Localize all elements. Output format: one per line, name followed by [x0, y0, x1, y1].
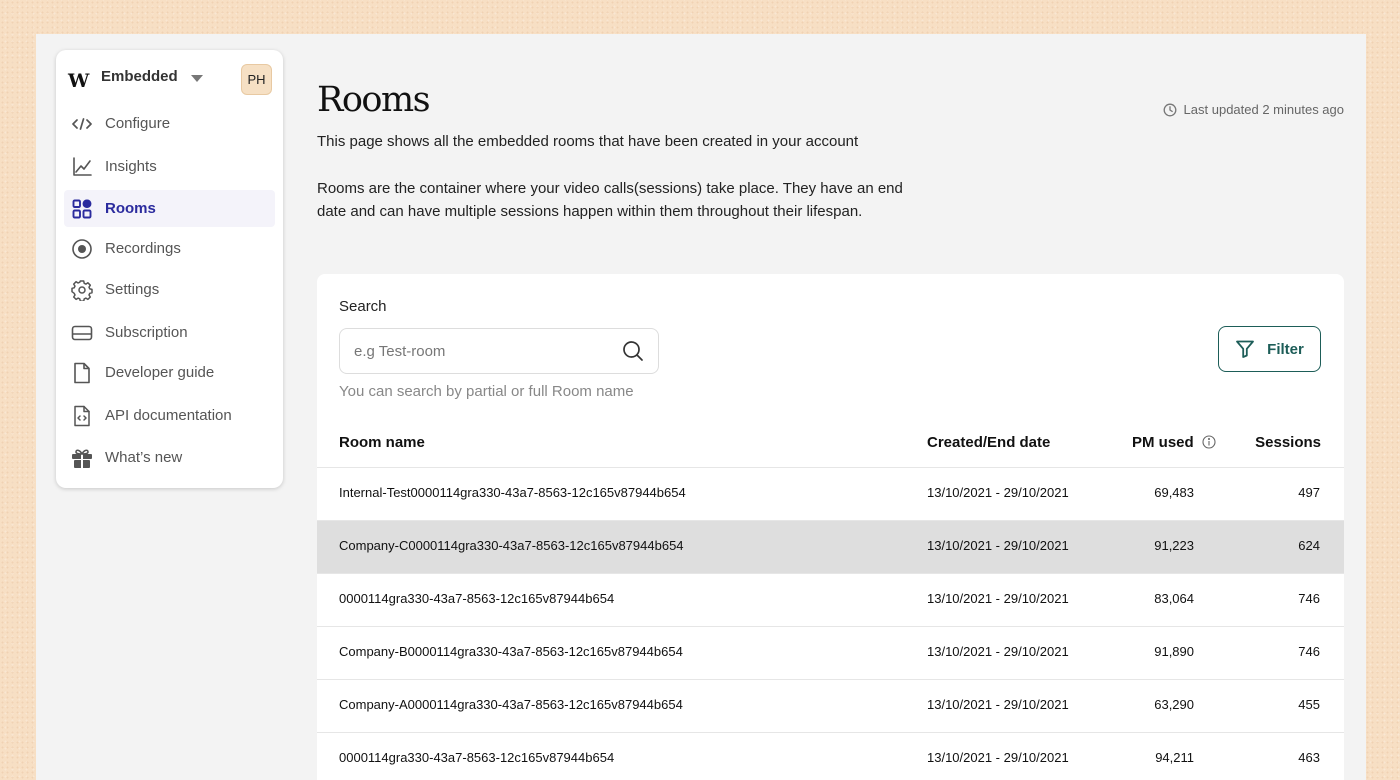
room-name-cell: Company-A0000114gra330-43a7-8563-12c165v… [339, 697, 683, 712]
column-header-dates[interactable]: Created/End date [927, 434, 1050, 451]
pm-used-cell: 63,290 [1154, 697, 1194, 712]
table-row[interactable]: Company-A0000114gra330-43a7-8563-12c165v… [317, 680, 1344, 733]
table-row[interactable]: Company-B0000114gra330-43a7-8563-12c165v… [317, 627, 1344, 680]
date-cell: 13/10/2021 - 29/10/2021 [927, 538, 1069, 553]
date-cell: 13/10/2021 - 29/10/2021 [927, 697, 1069, 712]
app-window: W Embedded PH Configure Insights Rooms R… [36, 34, 1366, 780]
info-icon[interactable] [1202, 435, 1216, 449]
pm-used-cell: 91,890 [1154, 644, 1194, 659]
chart-line-icon [71, 156, 93, 178]
page-description-rooms: Rooms are the container where your video… [317, 180, 903, 220]
gear-icon [71, 279, 93, 301]
sidebar-item-label: Configure [105, 115, 171, 132]
table-row[interactable]: 0000114gra330-43a7-8563-12c165v87944b654… [317, 733, 1344, 780]
date-cell: 13/10/2021 - 29/10/2021 [927, 750, 1069, 765]
sessions-cell: 746 [1298, 644, 1320, 659]
avatar[interactable]: PH [241, 64, 272, 95]
filter-label: Filter [1267, 340, 1304, 358]
sidebar-item-settings[interactable]: Settings [64, 271, 275, 308]
page-title: Rooms [317, 80, 431, 120]
page-description: This page shows all the embedded rooms t… [317, 133, 859, 150]
column-header-room-name[interactable]: Room name [339, 434, 425, 451]
room-name-cell: 0000114gra330-43a7-8563-12c165v87944b654 [339, 750, 615, 765]
date-cell: 13/10/2021 - 29/10/2021 [927, 485, 1069, 500]
record-icon [71, 238, 93, 260]
sidebar: W Embedded PH Configure Insights Rooms R… [56, 50, 283, 488]
room-name-cell: Company-C0000114gra330-43a7-8563-12c165v… [339, 538, 684, 553]
document-icon [71, 362, 93, 384]
column-header-pm-used[interactable]: PM used [1132, 434, 1216, 451]
sidebar-item-developer-guide[interactable]: Developer guide [64, 354, 275, 391]
search-icon[interactable] [622, 340, 644, 362]
sidebar-item-recordings[interactable]: Recordings [64, 230, 275, 267]
room-name-cell: 0000114gra330-43a7-8563-12c165v87944b654 [339, 591, 615, 606]
pm-used-cell: 94,211 [1155, 750, 1194, 765]
sidebar-item-label: What’s new [105, 449, 183, 466]
search-label: Search [339, 298, 387, 315]
table-header: Room name Created/End date PM used Sessi… [317, 424, 1344, 468]
sidebar-item-subscription[interactable]: Subscription [64, 314, 275, 351]
workspace-switcher[interactable]: W Embedded PH [68, 64, 272, 95]
pm-used-cell: 91,223 [1154, 538, 1194, 553]
code-icon [71, 113, 93, 135]
table-row[interactable]: 0000114gra330-43a7-8563-12c165v87944b654… [317, 574, 1344, 627]
pm-used-cell: 69,483 [1154, 485, 1194, 500]
sidebar-item-label: Settings [105, 281, 160, 298]
sidebar-item-insights[interactable]: Insights [64, 148, 275, 185]
sessions-cell: 455 [1298, 697, 1320, 712]
room-name-cell: Internal-Test0000114gra330-43a7-8563-12c… [339, 485, 686, 500]
sidebar-item-configure[interactable]: Configure [64, 105, 275, 142]
rooms-card: Search You can search by partial or full… [317, 274, 1344, 780]
search-field[interactable] [339, 328, 659, 374]
sidebar-item-api-documentation[interactable]: API documentation [64, 397, 275, 434]
pm-used-cell: 83,064 [1154, 591, 1194, 606]
gift-icon [71, 447, 93, 469]
sessions-cell: 746 [1298, 591, 1320, 606]
sidebar-item-label: Developer guide [105, 364, 215, 381]
code-file-icon [71, 405, 93, 427]
table-row[interactable]: Company-C0000114gra330-43a7-8563-12c165v… [317, 521, 1344, 574]
sidebar-item-rooms[interactable]: Rooms [64, 190, 275, 227]
sidebar-item-label: Subscription [105, 324, 188, 341]
search-input[interactable] [354, 329, 609, 373]
sidebar-item-whats-new[interactable]: What’s new [64, 439, 275, 476]
sessions-cell: 624 [1298, 538, 1320, 553]
clock-icon [1163, 103, 1176, 116]
sidebar-item-label: Recordings [105, 240, 181, 257]
chevron-down-icon[interactable] [191, 75, 203, 82]
last-updated: Last updated 2 minutes ago [1163, 102, 1344, 117]
workspace-name: Embedded [101, 68, 178, 85]
table-row[interactable]: Internal-Test0000114gra330-43a7-8563-12c… [317, 468, 1344, 521]
brand-logo: W [68, 70, 89, 92]
sidebar-item-label: API documentation [105, 407, 232, 424]
filter-button[interactable]: Filter [1218, 326, 1321, 372]
sidebar-item-label: Rooms [105, 200, 156, 217]
credit-card-icon [71, 322, 93, 344]
sidebar-item-label: Insights [105, 158, 157, 175]
grid-icon [71, 198, 93, 220]
date-cell: 13/10/2021 - 29/10/2021 [927, 591, 1069, 606]
last-updated-text: Last updated 2 minutes ago [1183, 102, 1344, 117]
date-cell: 13/10/2021 - 29/10/2021 [927, 644, 1069, 659]
column-header-label: PM used [1132, 434, 1194, 451]
filter-icon [1236, 340, 1255, 358]
sessions-cell: 463 [1298, 750, 1320, 765]
column-header-sessions[interactable]: Sessions [1255, 434, 1321, 451]
room-name-cell: Company-B0000114gra330-43a7-8563-12c165v… [339, 644, 683, 659]
sessions-cell: 497 [1298, 485, 1320, 500]
search-hint: You can search by partial or full Room n… [339, 383, 634, 400]
